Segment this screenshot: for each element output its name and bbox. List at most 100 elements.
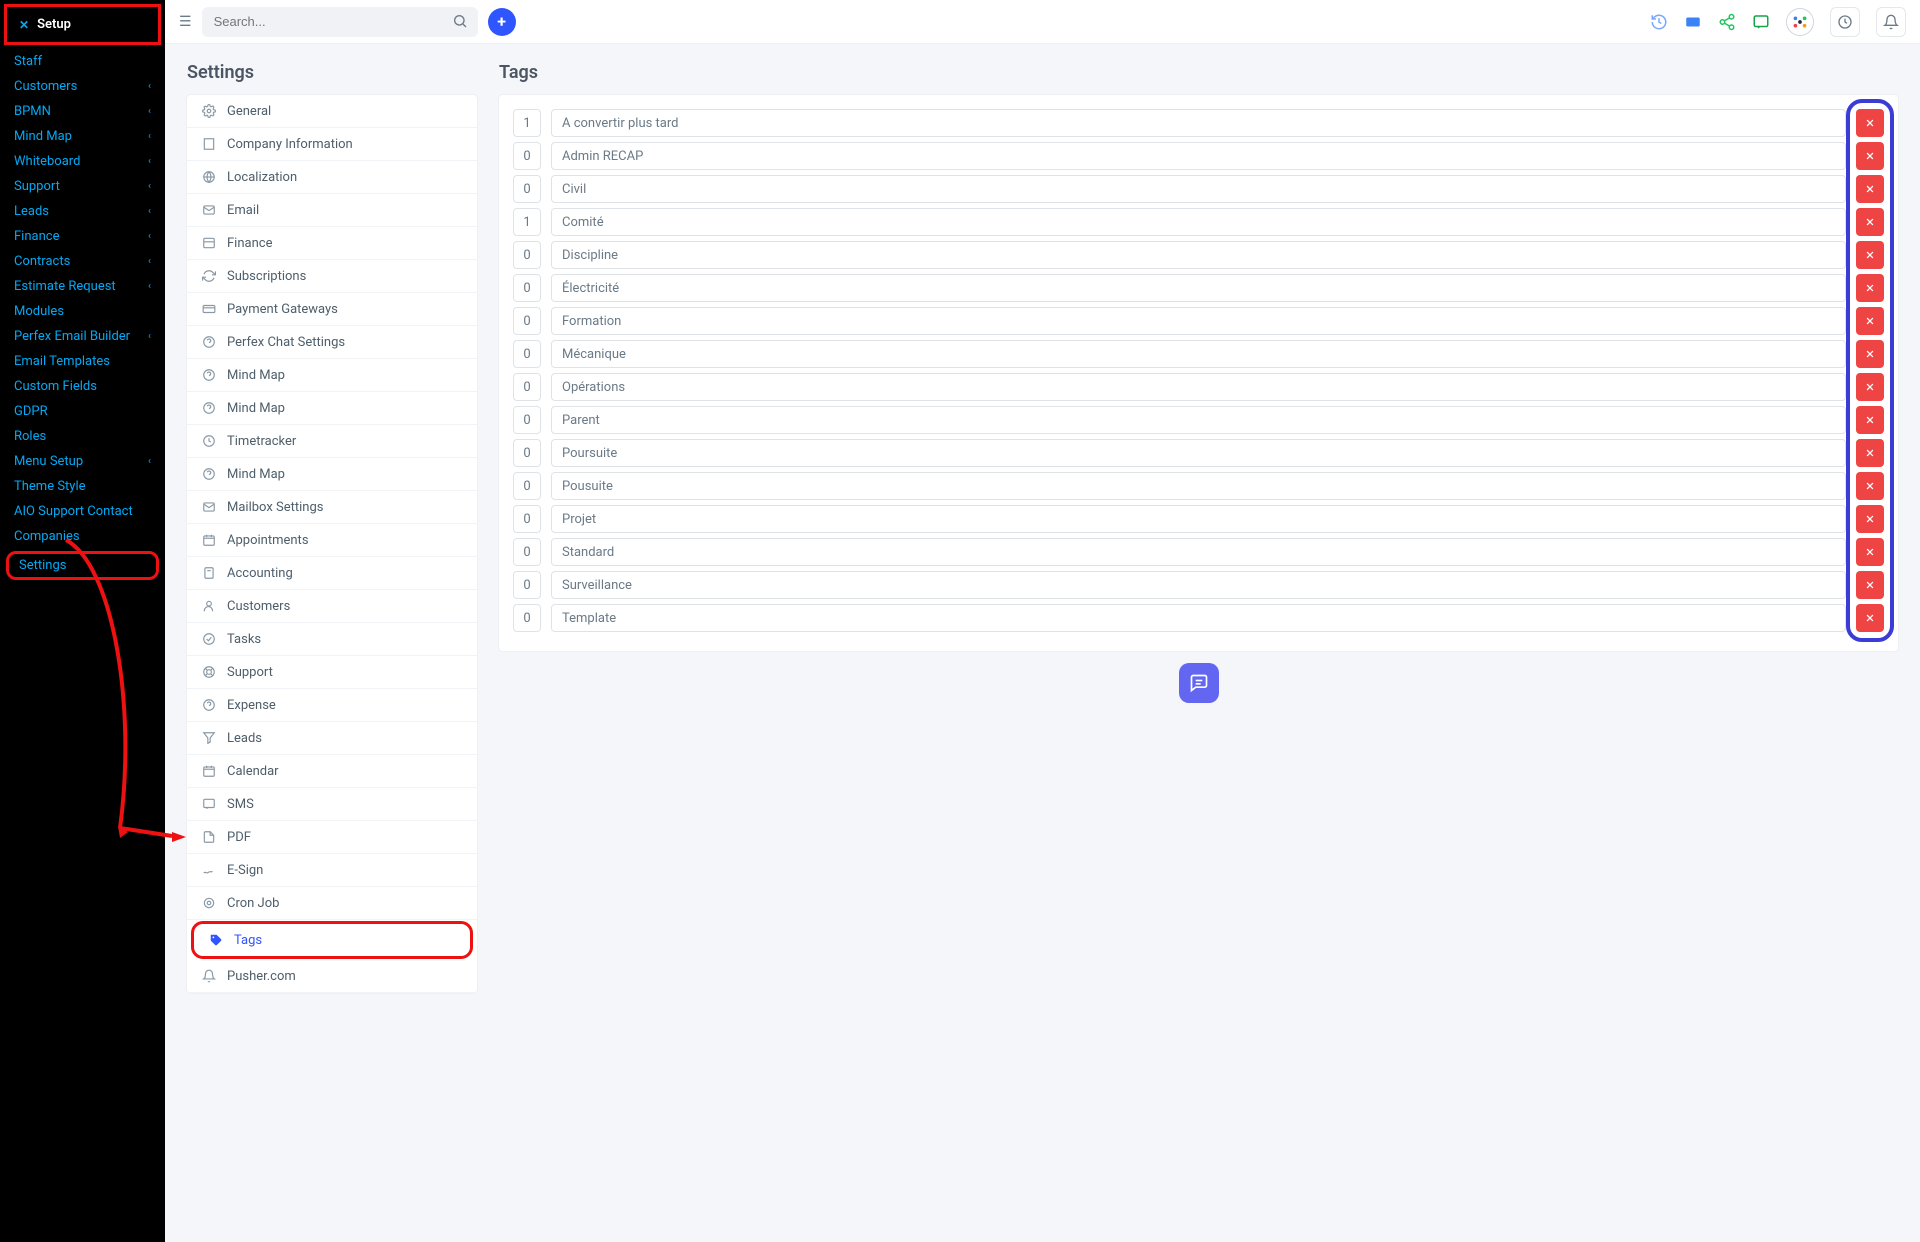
sidebar-item-label: Menu Setup [14, 454, 83, 469]
search-icon[interactable] [452, 13, 468, 33]
chat-icon[interactable] [1752, 13, 1770, 31]
settings-item-email[interactable]: Email [187, 194, 477, 227]
tag-name[interactable]: Électricité [551, 274, 1846, 302]
sidebar-item-staff[interactable]: Staff [0, 49, 165, 74]
settings-item-cron-job[interactable]: Cron Job [187, 887, 477, 920]
clock-button[interactable] [1830, 7, 1860, 37]
tag-delete-button[interactable] [1856, 604, 1884, 632]
tag-delete-button[interactable] [1856, 208, 1884, 236]
tag-delete-button[interactable] [1856, 142, 1884, 170]
settings-item-pusher.com[interactable]: Pusher.com [187, 960, 477, 993]
sidebar-item-gdpr[interactable]: GDPR [0, 399, 165, 424]
settings-item-tags[interactable]: Tags [191, 921, 473, 959]
sidebar-item-settings[interactable]: Settings [6, 551, 159, 580]
settings-item-sms[interactable]: SMS [187, 788, 477, 821]
sidebar-item-label: Modules [14, 304, 64, 319]
sidebar-item-customers[interactable]: Customers‹ [0, 74, 165, 99]
card-icon[interactable] [1684, 13, 1702, 31]
sidebar-header[interactable]: ✕ Setup [4, 4, 161, 45]
sidebar-item-estimate-request[interactable]: Estimate Request‹ [0, 274, 165, 299]
settings-item-mailbox-settings[interactable]: Mailbox Settings [187, 491, 477, 524]
tag-name[interactable]: Comité [551, 208, 1846, 236]
sidebar-item-finance[interactable]: Finance‹ [0, 224, 165, 249]
tag-name[interactable]: Admin RECAP [551, 142, 1846, 170]
sidebar-item-contracts[interactable]: Contracts‹ [0, 249, 165, 274]
sidebar-item-email-templates[interactable]: Email Templates [0, 349, 165, 374]
tag-delete-button[interactable] [1856, 571, 1884, 599]
settings-item-e-sign[interactable]: E-Sign [187, 854, 477, 887]
settings-item-subscriptions[interactable]: Subscriptions [187, 260, 477, 293]
tag-name[interactable]: Surveillance [551, 571, 1846, 599]
sidebar-item-theme-style[interactable]: Theme Style [0, 474, 165, 499]
sidebar-item-mind-map[interactable]: Mind Map‹ [0, 124, 165, 149]
settings-item-support[interactable]: Support [187, 656, 477, 689]
sidebar-item-modules[interactable]: Modules [0, 299, 165, 324]
tag-name[interactable]: Standard [551, 538, 1846, 566]
tag-delete-button[interactable] [1856, 109, 1884, 137]
settings-item-mind-map[interactable]: Mind Map [187, 392, 477, 425]
sidebar-item-leads[interactable]: Leads‹ [0, 199, 165, 224]
settings-item-finance[interactable]: Finance [187, 227, 477, 260]
tag-name[interactable]: A convertir plus tard [551, 109, 1846, 137]
settings-item-calendar[interactable]: Calendar [187, 755, 477, 788]
avatar[interactable] [1786, 8, 1814, 36]
settings-item-mind-map[interactable]: Mind Map [187, 458, 477, 491]
sidebar-item-whiteboard[interactable]: Whiteboard‹ [0, 149, 165, 174]
tag-delete-button[interactable] [1856, 241, 1884, 269]
tag-name[interactable]: Template [551, 604, 1846, 632]
search-wrap [202, 7, 478, 37]
tag-name[interactable]: Opérations [551, 373, 1846, 401]
settings-item-accounting[interactable]: Accounting [187, 557, 477, 590]
tag-delete-button[interactable] [1856, 307, 1884, 335]
settings-item-localization[interactable]: Localization [187, 161, 477, 194]
share-icon[interactable] [1718, 13, 1736, 31]
sidebar-item-companies[interactable]: Companies [0, 524, 165, 549]
tag-delete-button[interactable] [1856, 175, 1884, 203]
tag-delete-button[interactable] [1856, 373, 1884, 401]
sidebar-item-menu-setup[interactable]: Menu Setup‹ [0, 449, 165, 474]
settings-item-company-information[interactable]: Company Information [187, 128, 477, 161]
settings-item-leads[interactable]: Leads [187, 722, 477, 755]
tag-delete-button[interactable] [1856, 274, 1884, 302]
settings-item-customers[interactable]: Customers [187, 590, 477, 623]
sidebar-item-bpmn[interactable]: BPMN‹ [0, 99, 165, 124]
settings-item-pdf[interactable]: PDF [187, 821, 477, 854]
sidebar-item-roles[interactable]: Roles [0, 424, 165, 449]
tag-name[interactable]: Pousuite [551, 472, 1846, 500]
tag-name[interactable]: Civil [551, 175, 1846, 203]
menu-toggle-icon[interactable]: ☰ [179, 14, 192, 30]
sidebar-item-aio-support-contact[interactable]: AIO Support Contact [0, 499, 165, 524]
tag-delete-button[interactable] [1856, 340, 1884, 368]
tag-name[interactable]: Discipline [551, 241, 1846, 269]
add-button[interactable]: + [488, 8, 516, 36]
tag-delete-button[interactable] [1856, 406, 1884, 434]
settings-item-payment-gateways[interactable]: Payment Gateways [187, 293, 477, 326]
settings-item-appointments[interactable]: Appointments [187, 524, 477, 557]
settings-item-perfex-chat-settings[interactable]: Perfex Chat Settings [187, 326, 477, 359]
bell-button[interactable] [1876, 7, 1906, 37]
sidebar-item-support[interactable]: Support‹ [0, 174, 165, 199]
sidebar-item-perfex-email-builder[interactable]: Perfex Email Builder‹ [0, 324, 165, 349]
sidebar-item-label: Customers [14, 79, 77, 94]
tag-delete-button[interactable] [1856, 472, 1884, 500]
search-input[interactable] [202, 7, 478, 37]
settings-item-timetracker[interactable]: Timetracker [187, 425, 477, 458]
settings-item-mind-map[interactable]: Mind Map [187, 359, 477, 392]
sidebar-item-custom-fields[interactable]: Custom Fields [0, 374, 165, 399]
chat-fab[interactable] [1179, 663, 1219, 703]
tag-delete-button[interactable] [1856, 505, 1884, 533]
settings-item-label: Localization [227, 170, 297, 185]
tag-name[interactable]: Projet [551, 505, 1846, 533]
tag-delete-button[interactable] [1856, 538, 1884, 566]
tag-name[interactable]: Poursuite [551, 439, 1846, 467]
settings-item-expense[interactable]: Expense [187, 689, 477, 722]
settings-item-general[interactable]: General [187, 95, 477, 128]
close-icon[interactable]: ✕ [19, 18, 29, 32]
tag-delete-button[interactable] [1856, 439, 1884, 467]
tag-name[interactable]: Parent [551, 406, 1846, 434]
tag-name[interactable]: Mécanique [551, 340, 1846, 368]
tag-name[interactable]: Formation [551, 307, 1846, 335]
settings-item-tasks[interactable]: Tasks [187, 623, 477, 656]
sign-icon [201, 862, 217, 878]
history-icon[interactable] [1650, 13, 1668, 31]
